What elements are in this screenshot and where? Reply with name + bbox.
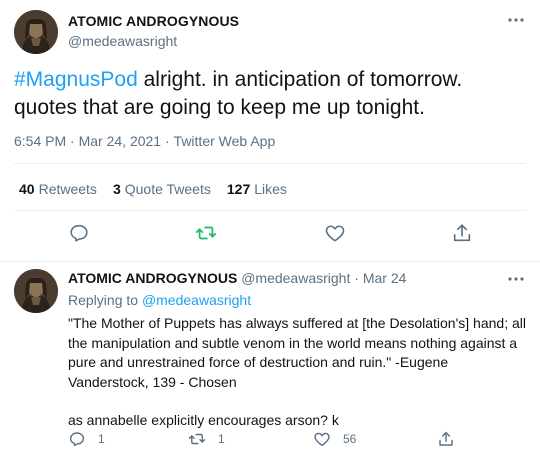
divider: [14, 210, 526, 211]
tweet-meta: 6:54 PM · Mar 24, 2021 · Twitter Web App: [14, 133, 275, 149]
share-icon: [439, 431, 453, 446]
reply-actions: 1 1 56: [0, 430, 540, 450]
reply-comment: as annabelle explicitly encourages arson…: [68, 412, 339, 428]
tweet-stats: 40 Retweets 3 Quote Tweets 127 Likes: [19, 181, 287, 197]
like-icon: [325, 225, 345, 242]
more-options-button[interactable]: [505, 271, 527, 287]
retweets-label: Retweets: [38, 181, 97, 197]
more-options-button[interactable]: [505, 12, 527, 28]
display-name[interactable]: ATOMIC ANDROGYNOUS: [68, 13, 239, 29]
user-handle[interactable]: @medeawasright: [241, 270, 350, 286]
meta-separator: ·: [350, 270, 363, 286]
retweet-button[interactable]: 1: [188, 430, 225, 448]
avatar-image: [14, 10, 58, 54]
share-icon: [453, 224, 471, 242]
meta-separator: ·: [66, 133, 79, 149]
mention-link[interactable]: @medeawasright: [142, 292, 251, 308]
reply-button[interactable]: [68, 222, 90, 244]
quotes-count: 3: [112, 181, 121, 197]
quote-tweets-stat[interactable]: 3 Quote Tweets: [113, 181, 211, 197]
likes-label: Likes: [254, 181, 287, 197]
tweet-actions: [0, 222, 540, 252]
reply-icon: [70, 224, 88, 242]
hashtag-link[interactable]: #MagnusPod: [14, 68, 138, 91]
more-icon: [508, 18, 524, 22]
share-button[interactable]: [451, 222, 473, 244]
main-tweet: ATOMIC ANDROGYNOUS @medeawasright #Magnu…: [0, 0, 540, 262]
reply-button[interactable]: 1: [68, 430, 105, 448]
tweet-time[interactable]: 6:54 PM: [14, 133, 66, 149]
reply-tweet[interactable]: ATOMIC ANDROGYNOUS @medeawasright · Mar …: [0, 262, 540, 461]
reply-text: "The Mother of Puppets has always suffer…: [68, 314, 528, 431]
avatar[interactable]: [14, 269, 58, 313]
like-button[interactable]: [324, 222, 346, 244]
like-button[interactable]: 56: [313, 430, 356, 448]
reply-header: ATOMIC ANDROGYNOUS @medeawasright · Mar …: [68, 270, 406, 286]
share-button[interactable]: [437, 430, 455, 448]
reply-quote: "The Mother of Puppets has always suffer…: [68, 315, 526, 390]
display-name[interactable]: ATOMIC ANDROGYNOUS: [68, 270, 237, 286]
avatar-image: [14, 269, 58, 313]
replying-to: Replying to @medeawasright: [68, 292, 251, 308]
reply-icon: [69, 432, 85, 447]
retweets-stat[interactable]: 40 Retweets: [19, 181, 97, 197]
avatar[interactable]: [14, 10, 58, 54]
retweet-icon: [195, 226, 217, 240]
likes-stat[interactable]: 127 Likes: [227, 181, 287, 197]
tweet-date[interactable]: Mar 24, 2021: [79, 133, 162, 149]
reply-count: 1: [98, 432, 105, 446]
quotes-label: Quote Tweets: [124, 181, 211, 197]
more-icon: [508, 277, 524, 281]
like-count: 56: [343, 432, 357, 446]
retweet-button[interactable]: [195, 222, 217, 244]
retweet-icon: [188, 433, 206, 445]
replying-prefix: Replying to: [68, 292, 142, 308]
tweet-source[interactable]: Twitter Web App: [174, 133, 276, 149]
retweets-count: 40: [19, 181, 35, 197]
meta-separator: ·: [161, 133, 174, 149]
tweet-text: #MagnusPod alright. in anticipation of t…: [14, 66, 524, 122]
user-handle[interactable]: @medeawasright: [68, 33, 177, 49]
divider: [14, 163, 526, 164]
retweet-count: 1: [218, 432, 225, 446]
likes-count: 127: [226, 181, 251, 197]
like-icon: [314, 432, 330, 447]
tweet-date[interactable]: Mar 24: [363, 270, 407, 286]
